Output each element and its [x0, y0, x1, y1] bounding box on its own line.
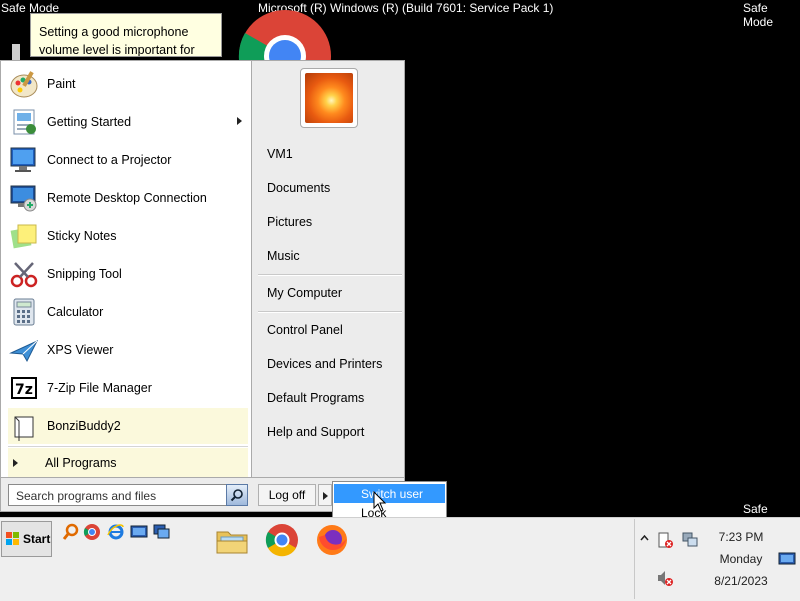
- program-label: Calculator: [47, 305, 104, 319]
- getting-started-icon: [8, 106, 40, 138]
- taskbar-file-explorer[interactable]: [211, 521, 253, 559]
- internet-explorer-icon[interactable]: [107, 523, 125, 541]
- volume-muted-icon[interactable]: [656, 569, 674, 587]
- program-calculator[interactable]: Calculator: [8, 294, 248, 330]
- link-pictures[interactable]: Pictures: [267, 215, 312, 229]
- sticky-notes-icon: [8, 220, 40, 252]
- chrome-icon: [265, 524, 298, 557]
- clock-time[interactable]: 7:23 PM: [700, 530, 782, 544]
- 7zip-icon: 7z: [8, 372, 40, 404]
- link-help-support[interactable]: Help and Support: [267, 425, 364, 439]
- program-label: XPS Viewer: [47, 343, 114, 357]
- program-bonzibuddy2[interactable]: BonziBuddy2: [8, 408, 248, 444]
- remote-desktop-icon: [8, 182, 40, 214]
- user-avatar[interactable]: [300, 68, 358, 128]
- taskbar-firefox[interactable]: [311, 521, 353, 559]
- program-label: Getting Started: [47, 115, 132, 129]
- start-label: Start: [23, 532, 51, 546]
- action-center-warning-icon[interactable]: [656, 531, 674, 549]
- program-connect-projector[interactable]: Connect to a Projector: [8, 142, 248, 178]
- all-programs-button[interactable]: All Programs: [8, 448, 248, 477]
- projector-icon: [8, 144, 40, 176]
- search-button[interactable]: [226, 484, 248, 506]
- program-label: BonziBuddy2: [47, 419, 121, 433]
- chrome-quicklaunch-icon[interactable]: [83, 523, 101, 541]
- submenu-arrow-icon: [237, 117, 242, 125]
- expand-arrow-icon: [13, 459, 18, 467]
- link-user-folder[interactable]: VM1: [267, 147, 293, 161]
- program-label: Connect to a Projector: [47, 153, 172, 167]
- firefox-icon: [317, 525, 347, 555]
- places-separator: [258, 274, 402, 276]
- link-default-programs[interactable]: Default Programs: [267, 391, 364, 405]
- svg-text:7z: 7z: [15, 382, 33, 398]
- tooltip-line-1: Setting a good microphone: [39, 25, 189, 39]
- show-desktop-icon[interactable]: [130, 523, 148, 541]
- desktop-icon-partial[interactable]: [12, 44, 20, 60]
- switch-windows-icon[interactable]: [152, 523, 170, 541]
- places-separator: [258, 311, 402, 313]
- paint-icon: [8, 68, 40, 100]
- show-desktop-button-icon[interactable]: [778, 551, 796, 567]
- tray-divider: [634, 519, 635, 599]
- xps-viewer-icon: [8, 334, 40, 366]
- mouse-cursor-icon: [373, 491, 387, 512]
- program-getting-started[interactable]: Getting Started: [8, 104, 248, 140]
- snipping-tool-icon: [8, 258, 40, 290]
- bonzibuddy-icon: [8, 410, 40, 442]
- search-placeholder: Search programs and files: [16, 489, 157, 503]
- program-label: Sticky Notes: [47, 229, 117, 243]
- microphone-tip-tooltip: Setting a good microphone volume level i…: [30, 13, 222, 57]
- search-tool-icon[interactable]: [62, 523, 80, 541]
- tooltip-line-2: volume level is important for: [39, 43, 195, 57]
- program-remote-desktop[interactable]: Remote Desktop Connection: [8, 180, 248, 216]
- file-explorer-icon: [216, 531, 248, 554]
- flower-picture-icon: [305, 73, 353, 123]
- program-snipping-tool[interactable]: Snipping Tool: [8, 256, 248, 292]
- program-7zip[interactable]: 7z 7-Zip File Manager: [8, 370, 248, 406]
- start-button[interactable]: Start: [1, 521, 52, 557]
- calculator-icon: [8, 296, 40, 328]
- clock-date: 8/21/2023: [714, 574, 768, 588]
- link-documents[interactable]: Documents: [267, 181, 330, 195]
- link-devices-printers[interactable]: Devices and Printers: [267, 357, 382, 371]
- windows-logo-icon: [6, 532, 19, 545]
- program-sticky-notes[interactable]: Sticky Notes: [8, 218, 248, 254]
- menu-item-switch-user[interactable]: Switch user: [334, 484, 445, 503]
- program-xps-viewer[interactable]: XPS Viewer: [8, 332, 248, 368]
- clock-day: Monday: [719, 552, 763, 566]
- link-control-panel[interactable]: Control Panel: [267, 323, 343, 337]
- link-my-computer[interactable]: My Computer: [267, 286, 342, 300]
- menu-item-label: Switch user: [361, 487, 424, 501]
- logoff-button[interactable]: Log off: [258, 484, 316, 506]
- power-options-button[interactable]: [318, 484, 332, 506]
- desktop-chrome-icon[interactable]: [236, 8, 334, 60]
- program-paint[interactable]: Paint: [8, 66, 248, 102]
- search-icon: [230, 489, 243, 502]
- arrow-right-icon: [323, 492, 328, 500]
- program-label: Snipping Tool: [47, 267, 122, 281]
- program-label: 7-Zip File Manager: [47, 381, 152, 395]
- search-input[interactable]: Search programs and files: [8, 484, 248, 506]
- safe-mode-label-top-right: Safe Mode: [743, 1, 774, 29]
- link-music[interactable]: Music: [267, 249, 300, 263]
- chevron-up-icon[interactable]: [640, 534, 649, 543]
- program-label: Paint: [47, 77, 76, 91]
- program-label: Remote Desktop Connection: [47, 191, 207, 205]
- network-icon[interactable]: [681, 531, 699, 549]
- programs-separator: [8, 446, 248, 447]
- taskbar-chrome[interactable]: [261, 521, 303, 559]
- all-programs-label: All Programs: [45, 456, 117, 470]
